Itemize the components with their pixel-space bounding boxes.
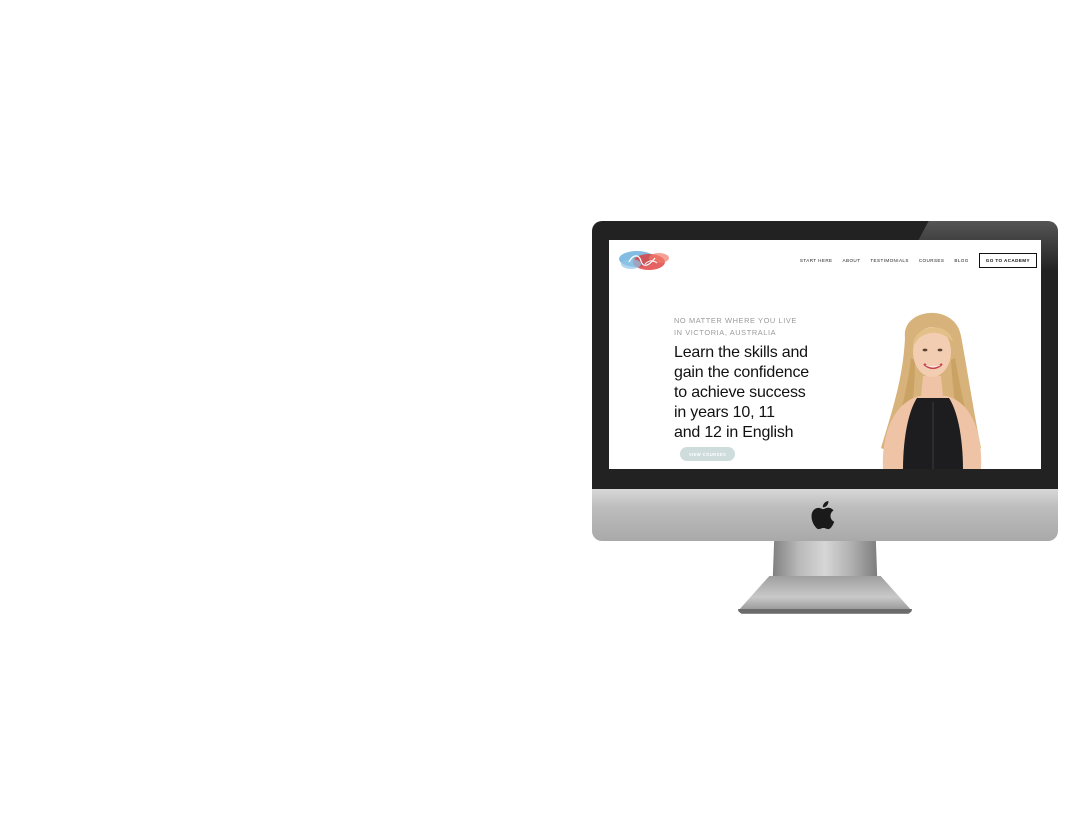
hero-eyebrow-line-1: NO MATTER WHERE YOU LIVE: [674, 316, 797, 325]
headline-line: and 12 in English: [674, 424, 794, 441]
apple-logo-icon: [811, 501, 835, 530]
nav-testimonials[interactable]: TESTIMONIALS: [870, 258, 909, 263]
portrait-image: [881, 312, 982, 469]
headline-line: in years 10, 11: [674, 404, 775, 421]
headline-line: to achieve success: [674, 384, 806, 401]
site-header: START HERE ABOUT TESTIMONIALS COURSES BL…: [609, 240, 1041, 280]
screen-bezel: START HERE ABOUT TESTIMONIALS COURSES BL…: [592, 221, 1058, 489]
website-screen: START HERE ABOUT TESTIMONIALS COURSES BL…: [609, 240, 1041, 469]
canvas: START HERE ABOUT TESTIMONIALS COURSES BL…: [0, 0, 1080, 826]
hero-headline: Learn the skills and gain the confidence…: [674, 343, 854, 443]
view-courses-button[interactable]: VIEW COURSES: [680, 447, 735, 461]
site-logo[interactable]: [615, 248, 673, 274]
hero-text: NO MATTER WHERE YOU LIVE IN VICTORIA, AU…: [674, 315, 854, 443]
imac-mockup: START HERE ABOUT TESTIMONIALS COURSES BL…: [592, 221, 1058, 615]
imac-chin: [592, 489, 1058, 541]
nav-courses[interactable]: COURSES: [919, 258, 945, 263]
hero-portrait: [863, 298, 993, 469]
imac-stand-edge: [738, 609, 912, 613]
headline-line: gain the confidence: [674, 364, 809, 381]
nav-blog[interactable]: BLOG: [954, 258, 968, 263]
main-nav: START HERE ABOUT TESTIMONIALS COURSES BL…: [800, 252, 1037, 268]
headline-line: Learn the skills and: [674, 344, 808, 361]
nav-about[interactable]: ABOUT: [843, 258, 861, 263]
hero-eyebrow-line-2: IN VICTORIA, AUSTRALIA: [674, 328, 777, 337]
logo-watercolor-icon: [619, 251, 669, 270]
go-to-academy-button[interactable]: GO TO ACADEMY: [978, 252, 1037, 268]
nav-start-here[interactable]: START HERE: [800, 258, 833, 263]
